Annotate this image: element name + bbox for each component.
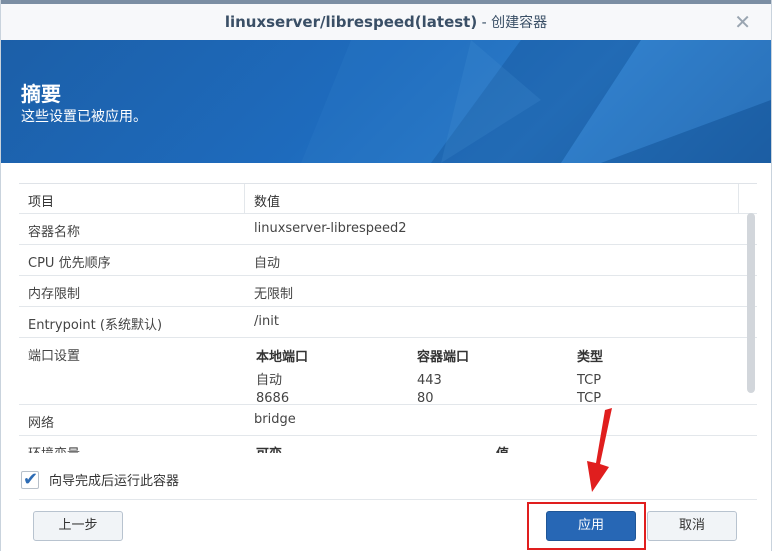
row-value: linuxserver-librespeed2 [254,221,407,236]
row-value: 无限制 [254,287,294,302]
run-after-wizard-label: 向导完成后运行此容器 [49,474,180,489]
create-container-dialog: linuxserver/librespeed(latest) - 创建容器 ✕ … [0,0,772,551]
port-local: 自动 [256,373,283,388]
summary-banner: 摘要 这些设置已被应用。 [1,40,771,163]
table-row-ports: 端口设置 本地端口 容器端口 类型 自动 443 TCP 8686 80 TCP [19,338,757,407]
env-value: 可变 值 [245,436,739,453]
close-icon[interactable]: ✕ [734,12,751,32]
env-header-variable: 可变 [254,443,496,453]
row-label: Entrypoint (系统默认) [28,318,163,333]
dialog-title-main: linuxserver/librespeed(latest) [224,13,478,31]
table-row: CPU 优先顺序 自动 [19,245,757,276]
row-value: bridge [254,412,296,427]
port-container: 443 [417,373,442,388]
header-item[interactable]: 项目 [19,184,245,213]
cancel-button[interactable]: 取消 [647,511,737,541]
apply-highlight-box [527,502,646,550]
table-row: 容器名称 linuxserver-librespeed2 [19,214,757,245]
ports-header-type: 类型 [577,350,604,365]
row-label: 环境变量 [19,436,245,453]
banner-background-graphic [301,40,771,163]
env-header-value: 值 [496,443,509,453]
row-label: 端口设置 [28,349,81,364]
row-value: /init [254,314,279,329]
table-row: Entrypoint (系统默认) /init [19,307,757,338]
ports-value: 本地端口 容器端口 类型 自动 443 TCP 8686 80 TCP [245,338,739,407]
previous-button[interactable]: 上一步 [33,511,123,541]
summary-title: 摘要 [21,82,61,106]
dialog-title-sub: - 创建容器 [477,15,548,31]
summary-subtitle: 这些设置已被应用。 [21,109,147,125]
title-bar: linuxserver/librespeed(latest) - 创建容器 ✕ [1,0,771,40]
table-scrollbar[interactable] [747,213,755,393]
dialog-title: linuxserver/librespeed(latest) - 创建容器 [225,12,547,32]
ports-subtable: 本地端口 容器端口 类型 自动 443 TCP 8686 80 TCP [254,346,730,407]
row-value: 自动 [254,256,281,271]
table-row: 内存限制 无限制 [19,276,757,307]
header-value[interactable]: 数值 [245,184,739,213]
ports-header-local: 本地端口 [256,350,309,365]
row-label: 网络 [28,416,55,431]
row-label: CPU 优先顺序 [28,256,111,271]
ports-header-container: 容器端口 [417,350,470,365]
run-after-wizard-checkbox[interactable]: ✔ [21,468,39,490]
row-label: 容器名称 [28,225,81,240]
port-type: TCP [577,373,602,388]
summary-table: 项目 数值 容器名称 linuxserver-librespeed2 CPU 优… [19,183,757,453]
table-header: 项目 数值 [19,184,757,214]
run-after-wizard-option[interactable]: ✔ 向导完成后运行此容器 [21,468,180,490]
table-row-env: 环境变量 可变 值 [19,436,757,453]
row-label: 内存限制 [28,287,81,302]
table-row: 网络 bridge [19,405,757,436]
footer-divider [19,499,757,500]
checkmark-icon: ✔ [23,468,39,490]
